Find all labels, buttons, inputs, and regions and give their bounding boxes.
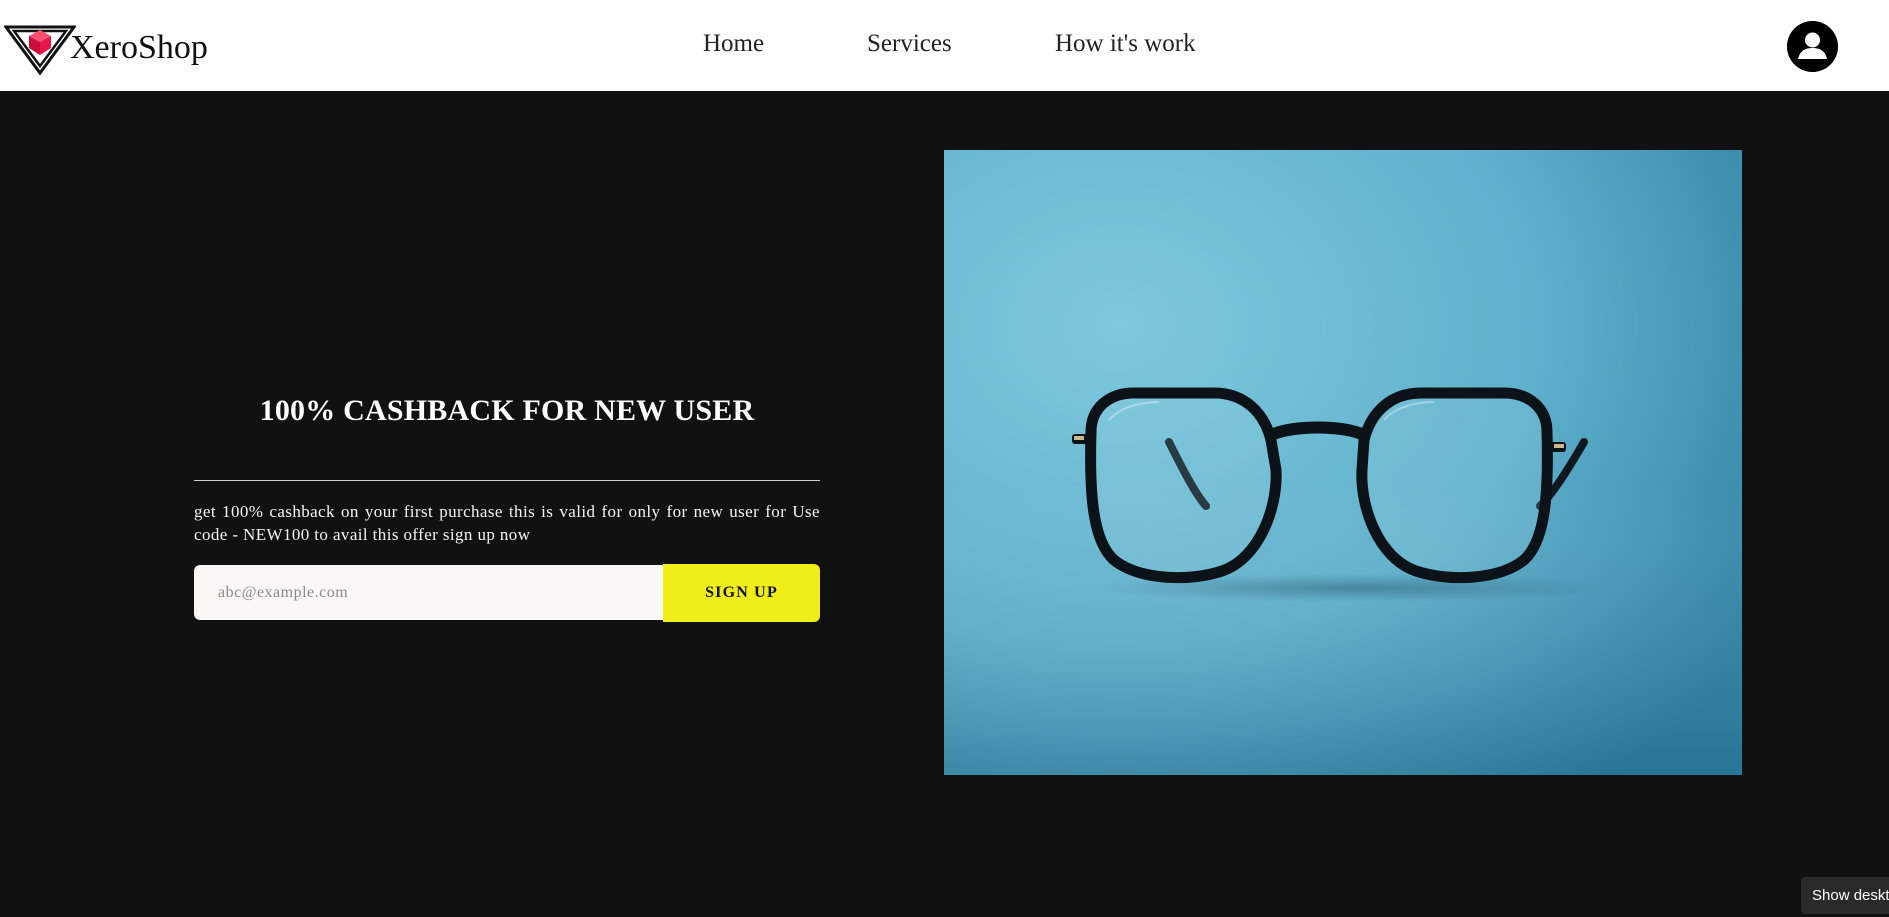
- nav-link-home[interactable]: Home: [703, 30, 764, 58]
- eyeglasses-hero-image: [944, 150, 1742, 775]
- top-navbar: XeroShop Home Services How it's work: [0, 0, 1889, 91]
- hero-description: get 100% cashback on your first purchase…: [194, 502, 820, 544]
- user-avatar-button[interactable]: [1787, 21, 1838, 72]
- sign-up-button[interactable]: SIGN UP: [663, 564, 820, 622]
- nav-link-services[interactable]: Services: [867, 30, 952, 58]
- xeroshop-logo-icon: [4, 25, 76, 76]
- hero-divider: [194, 480, 820, 481]
- brand-logo-link[interactable]: XeroShop: [4, 20, 208, 76]
- nav-link-how-it-works[interactable]: How it's work: [1055, 30, 1196, 58]
- brand-name: XeroShop: [70, 29, 208, 66]
- show-desktop-tooltip[interactable]: Show desktop: [1801, 877, 1889, 914]
- hero-title: 100% CASHBACK FOR NEW USER: [259, 394, 755, 427]
- user-avatar-icon: [1787, 21, 1838, 72]
- email-input[interactable]: [194, 565, 665, 620]
